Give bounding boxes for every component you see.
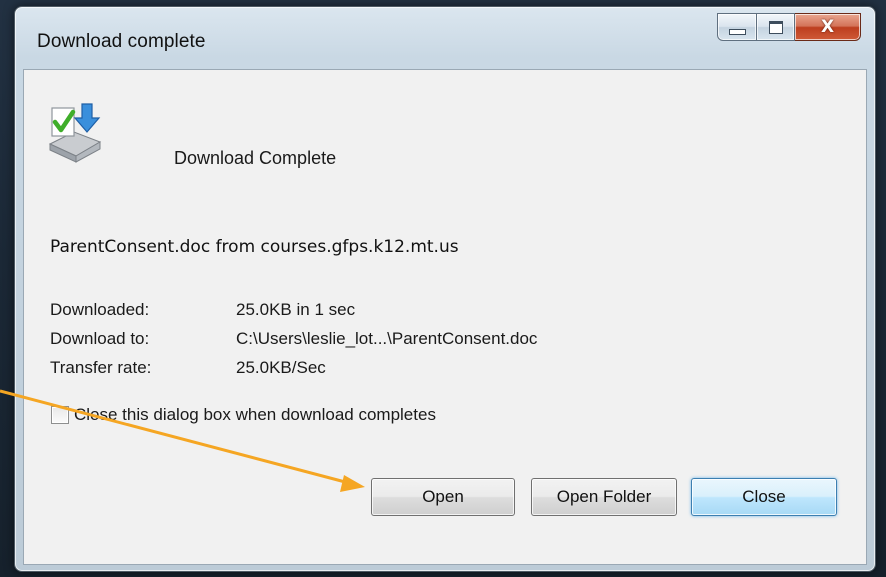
window-title: Download complete	[37, 31, 206, 52]
open-button[interactable]: Open	[371, 478, 515, 516]
close-button[interactable]: Close	[691, 478, 837, 516]
download-complete-icon	[48, 103, 102, 163]
close-on-complete-option[interactable]: Close this dialog box when download comp…	[51, 405, 436, 425]
maximize-button[interactable]	[757, 13, 795, 41]
minimize-button[interactable]	[717, 13, 757, 41]
window-close-button[interactable]: X	[795, 13, 861, 41]
maximize-icon	[768, 20, 783, 34]
info-downloaded: Downloaded: 25.0KB in 1 sec	[50, 300, 355, 320]
info-label: Downloaded:	[50, 300, 150, 319]
info-value: 25.0KB/Sec	[236, 358, 326, 377]
close-on-complete-label[interactable]: Close this dialog box when download comp…	[74, 405, 436, 425]
dialog-heading: Download Complete	[174, 148, 337, 168]
download-source: ParentConsent.doc from courses.gfps.k12.…	[50, 237, 459, 257]
window-controls: X	[717, 13, 861, 42]
close-icon: X	[820, 16, 835, 37]
dialog-body: Download Complete ParentConsent.doc from…	[23, 69, 867, 565]
info-label: Transfer rate:	[50, 358, 152, 377]
info-value: 25.0KB in 1 sec	[236, 300, 356, 319]
open-folder-button[interactable]: Open Folder	[531, 478, 677, 516]
info-value: C:\Users\leslie_lot...\ParentConsent.doc	[236, 329, 538, 348]
minimize-icon	[728, 28, 746, 35]
info-download-to: Download to: C:\Users\leslie_lot...\Paren…	[50, 329, 537, 349]
info-transfer-rate: Transfer rate: 25.0KB/Sec	[50, 358, 326, 378]
info-label: Download to:	[50, 329, 150, 348]
close-on-complete-checkbox[interactable]	[51, 406, 69, 424]
dialog-window: Download complete X Download Complete Pa…	[14, 6, 876, 572]
